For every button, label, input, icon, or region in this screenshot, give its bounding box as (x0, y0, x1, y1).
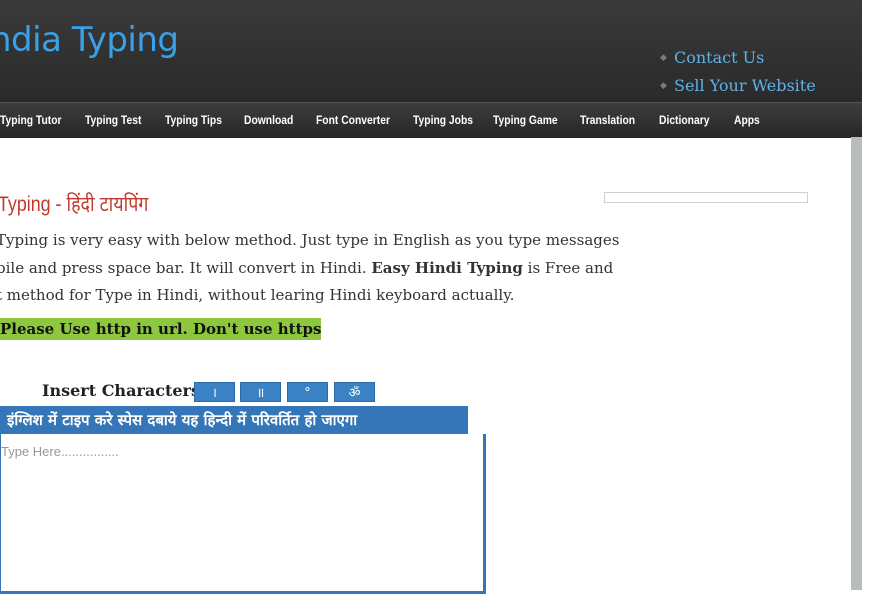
page-title: Typing - हिंदी टायपिंग (0, 193, 149, 216)
site-logo[interactable]: ndia Typing (0, 20, 179, 60)
insert-characters-label: Insert Characters (42, 381, 200, 400)
bullet-icon: ◆ (660, 53, 667, 63)
contact-us-link[interactable]: ◆ Contact Us (660, 44, 816, 72)
nav-font-converter[interactable]: Font Converter (316, 103, 390, 138)
intro-text: is Free and (522, 258, 614, 277)
site-header: ndia Typing ◆ Contact Us ◆ Sell Your Websi… (0, 0, 862, 102)
intro-text: bile and press space bar. It will conver… (0, 258, 372, 277)
sidebar-strip (851, 137, 862, 590)
contact-us-label: Contact Us (674, 48, 765, 67)
main-nav: Typing Tutor Typing Test Typing Tips Dow… (0, 102, 862, 138)
insert-degree-button[interactable]: ° (287, 382, 328, 402)
intro-line-1: Typing is very easy with below method. J… (0, 231, 620, 249)
editor-header: इंग्लिश में टाइप करे स्पेस दबाये यह हिन्… (0, 406, 468, 434)
nav-typing-test[interactable]: Typing Test (85, 103, 141, 138)
insert-om-button[interactable]: ॐ (334, 382, 375, 402)
nav-typing-game[interactable]: Typing Game (493, 103, 558, 138)
https-notice: Please Use http in url. Don't use https (0, 318, 322, 340)
sidebar-box (604, 192, 808, 203)
bullet-icon: ◆ (660, 81, 667, 91)
intro-line-2: bile and press space bar. It will conver… (0, 255, 614, 283)
insert-double-danda-button[interactable]: ॥ (240, 382, 281, 402)
nav-dictionary[interactable]: Dictionary (659, 103, 709, 138)
sell-website-link[interactable]: ◆ Sell Your Website (660, 72, 816, 100)
header-links: ◆ Contact Us ◆ Sell Your Website (660, 44, 816, 100)
intro-paragraph: Typing is very easy with below method. J… (0, 227, 620, 310)
sell-website-label: Sell Your Website (674, 76, 816, 95)
typing-input[interactable] (1, 434, 483, 591)
insert-danda-button[interactable]: । (194, 382, 235, 402)
nav-typing-tips[interactable]: Typing Tips (165, 103, 222, 138)
intro-line-3: t method for Type in Hindi, without lear… (0, 286, 515, 304)
nav-download[interactable]: Download (244, 103, 293, 138)
hindi-typing-editor (0, 434, 486, 594)
nav-typing-jobs[interactable]: Typing Jobs (413, 103, 473, 138)
nav-apps[interactable]: Apps (734, 103, 760, 138)
intro-bold-text: Easy Hindi Typing (371, 258, 523, 277)
nav-translation[interactable]: Translation (580, 103, 635, 138)
nav-typing-tutor[interactable]: Typing Tutor (0, 103, 62, 138)
